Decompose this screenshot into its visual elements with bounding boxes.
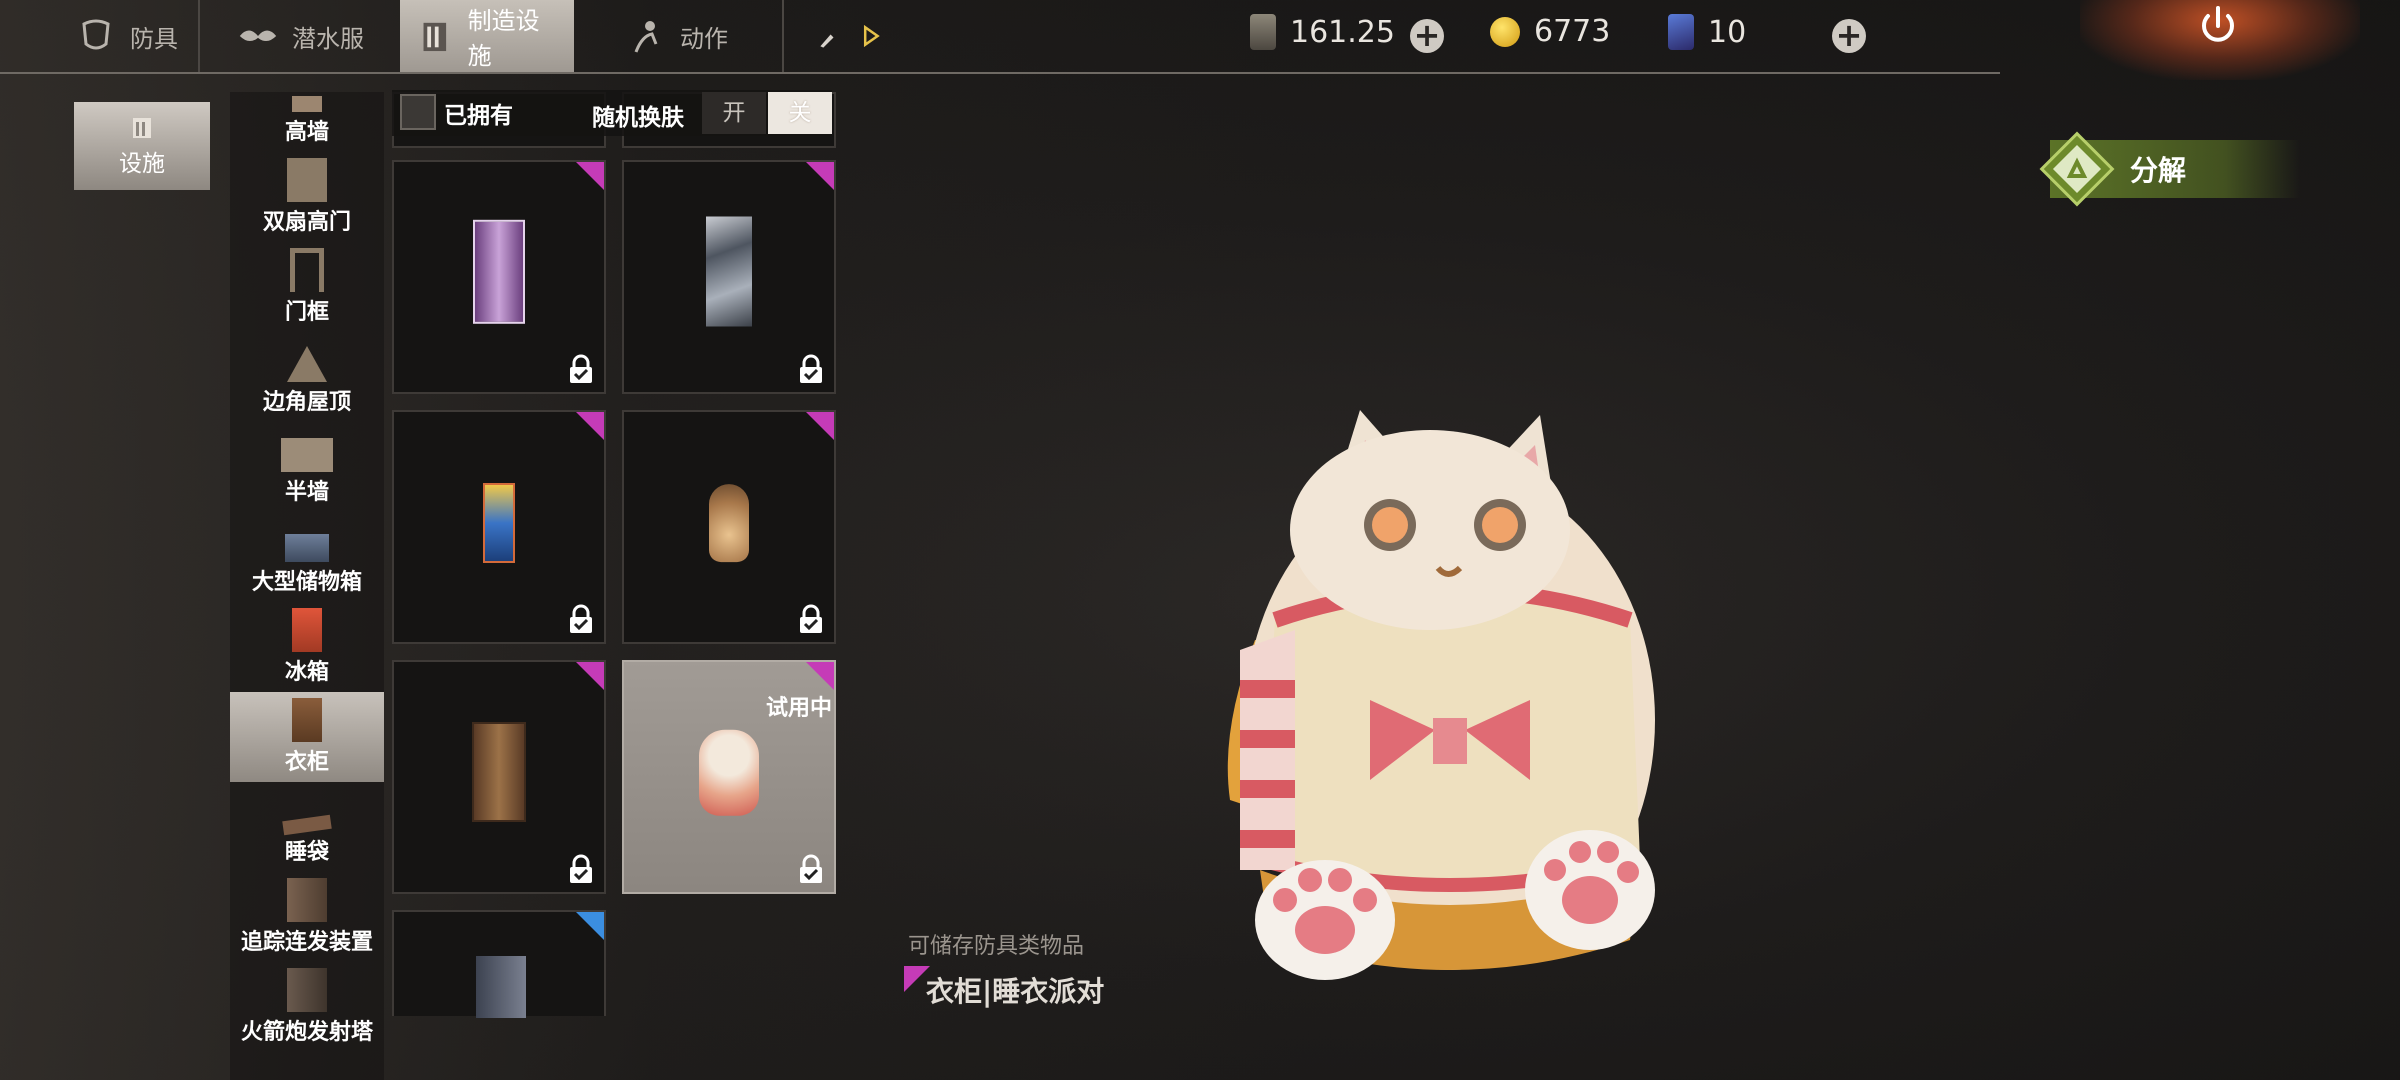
random-skin-on-button[interactable]: 开 bbox=[702, 92, 766, 134]
subcategory-corner-roof[interactable]: 边角屋顶 bbox=[230, 332, 384, 422]
subcategory-tracking-turret[interactable]: 追踪连发装置 bbox=[230, 872, 384, 962]
fridge-icon bbox=[292, 608, 322, 652]
lock-icon bbox=[800, 854, 822, 883]
subcategory-wardrobe[interactable]: 衣柜 bbox=[230, 692, 384, 782]
rarity-marker bbox=[576, 412, 604, 440]
subcategory-double-gate[interactable]: 双扇高门 bbox=[230, 152, 384, 242]
card-currency-icon bbox=[1250, 14, 1276, 50]
grid-item[interactable] bbox=[392, 660, 606, 894]
currency-value: 161.25 bbox=[1290, 14, 1395, 50]
tab-armor[interactable]: 防具 bbox=[60, 0, 200, 72]
rarity-marker bbox=[806, 412, 834, 440]
wardrobe-skin-image bbox=[709, 484, 749, 563]
grid-item[interactable] bbox=[622, 410, 836, 644]
trial-label: 试用中 bbox=[765, 696, 832, 721]
grid-item[interactable] bbox=[392, 410, 606, 644]
gold-coin-icon bbox=[1490, 16, 1520, 47]
diving-suit-icon bbox=[239, 30, 277, 42]
owned-checkbox[interactable] bbox=[400, 94, 436, 130]
add-ticket-button[interactable]: + bbox=[1832, 19, 1866, 53]
subcategory-sleeping-bag[interactable]: 睡袋 bbox=[230, 782, 384, 872]
subcategory-door-frame[interactable]: 门框 bbox=[230, 242, 384, 332]
high-wall-icon bbox=[292, 96, 322, 112]
facility-icon bbox=[133, 118, 151, 138]
wardrobe-skin-image bbox=[483, 483, 515, 563]
subcategory-high-wall[interactable]: 高墙 bbox=[230, 92, 384, 152]
currency-gold: 6773 bbox=[1490, 14, 1610, 49]
power-icon[interactable] bbox=[2196, 4, 2240, 48]
rarity-marker bbox=[576, 662, 604, 690]
grid-item[interactable] bbox=[622, 160, 836, 394]
wardrobe-skin-image bbox=[476, 956, 526, 1018]
cat-wardrobe-image bbox=[699, 729, 759, 816]
item-subtitle: 可储存防具类物品 bbox=[908, 934, 1085, 959]
armor-icon bbox=[82, 19, 110, 50]
currency-value: 10 bbox=[1708, 14, 1747, 50]
category-label: 设施 bbox=[119, 151, 165, 177]
lock-icon bbox=[570, 354, 592, 383]
wardrobe-icon bbox=[292, 698, 322, 742]
tab-label: 动作 bbox=[680, 24, 728, 53]
random-skin-off-button[interactable]: 关 bbox=[768, 92, 832, 134]
tab-divider bbox=[198, 0, 200, 72]
grid-item-selected[interactable]: 试用中 bbox=[622, 660, 836, 894]
action-icon bbox=[634, 21, 658, 53]
recycle-icon[interactable] bbox=[2034, 126, 2120, 212]
tab-action[interactable]: 动作 bbox=[610, 0, 760, 72]
ticket-icon bbox=[1668, 14, 1694, 50]
top-tab-bar: 防具 潜水服 制造设施 动作 161.25 + 6773 10 + bbox=[0, 0, 2000, 74]
wardrobe-skin-image bbox=[473, 219, 525, 324]
lock-icon bbox=[570, 854, 592, 883]
currency-card: 161.25 bbox=[1250, 14, 1395, 50]
wardrobe-skin-image bbox=[472, 722, 526, 822]
half-wall-icon bbox=[281, 438, 333, 472]
currency-value: 6773 bbox=[1534, 14, 1611, 49]
corner-roof-icon bbox=[287, 346, 327, 382]
grid-item[interactable] bbox=[392, 160, 606, 394]
sleeping-bag-icon bbox=[282, 814, 332, 836]
tab-label: 制造设施 bbox=[467, 7, 540, 70]
door-frame-icon bbox=[290, 248, 324, 292]
chevron-right-icon bbox=[864, 24, 880, 48]
subcategory-large-storage[interactable]: 大型储物箱 bbox=[230, 512, 384, 602]
subcategory-fridge[interactable]: 冰箱 bbox=[230, 602, 384, 692]
rarity-marker bbox=[806, 162, 834, 190]
tab-diving-suit[interactable]: 潜水服 bbox=[222, 0, 392, 72]
lock-icon bbox=[800, 354, 822, 383]
tab-paint[interactable] bbox=[800, 0, 900, 72]
rarity-marker bbox=[576, 912, 604, 940]
grid-item[interactable] bbox=[392, 910, 606, 1018]
tab-label: 潜水服 bbox=[292, 24, 364, 53]
double-gate-icon bbox=[287, 158, 327, 202]
facility-icon bbox=[423, 22, 447, 52]
rocket-tower-icon bbox=[287, 968, 327, 1012]
rarity-marker bbox=[576, 162, 604, 190]
cat-wardrobe-model bbox=[1227, 410, 1655, 980]
paint-brush-icon bbox=[820, 34, 834, 48]
category-facility[interactable]: 设施 bbox=[74, 102, 210, 190]
subcategory-half-wall[interactable]: 半墙 bbox=[230, 422, 384, 512]
add-card-currency-button[interactable]: + bbox=[1410, 19, 1444, 53]
owned-label: 已拥有 bbox=[444, 103, 513, 129]
decompose-label: 分解 bbox=[2130, 154, 2187, 187]
tab-facility[interactable]: 制造设施 bbox=[400, 0, 574, 72]
lock-icon bbox=[800, 604, 822, 633]
subcategory-rocket-tower[interactable]: 火箭炮发射塔 bbox=[230, 962, 384, 1052]
currency-ticket: 10 bbox=[1668, 14, 1746, 50]
item-title: 衣柜|睡衣派对 bbox=[926, 975, 1105, 1008]
rarity-marker bbox=[806, 662, 834, 690]
turret-icon bbox=[287, 878, 327, 922]
random-skin-label: 随机换肤 bbox=[592, 105, 684, 131]
tab-divider bbox=[782, 0, 784, 72]
lock-icon bbox=[570, 604, 592, 633]
tab-label: 防具 bbox=[130, 24, 178, 53]
wardrobe-skin-image bbox=[706, 216, 752, 327]
storage-box-icon bbox=[285, 534, 329, 562]
